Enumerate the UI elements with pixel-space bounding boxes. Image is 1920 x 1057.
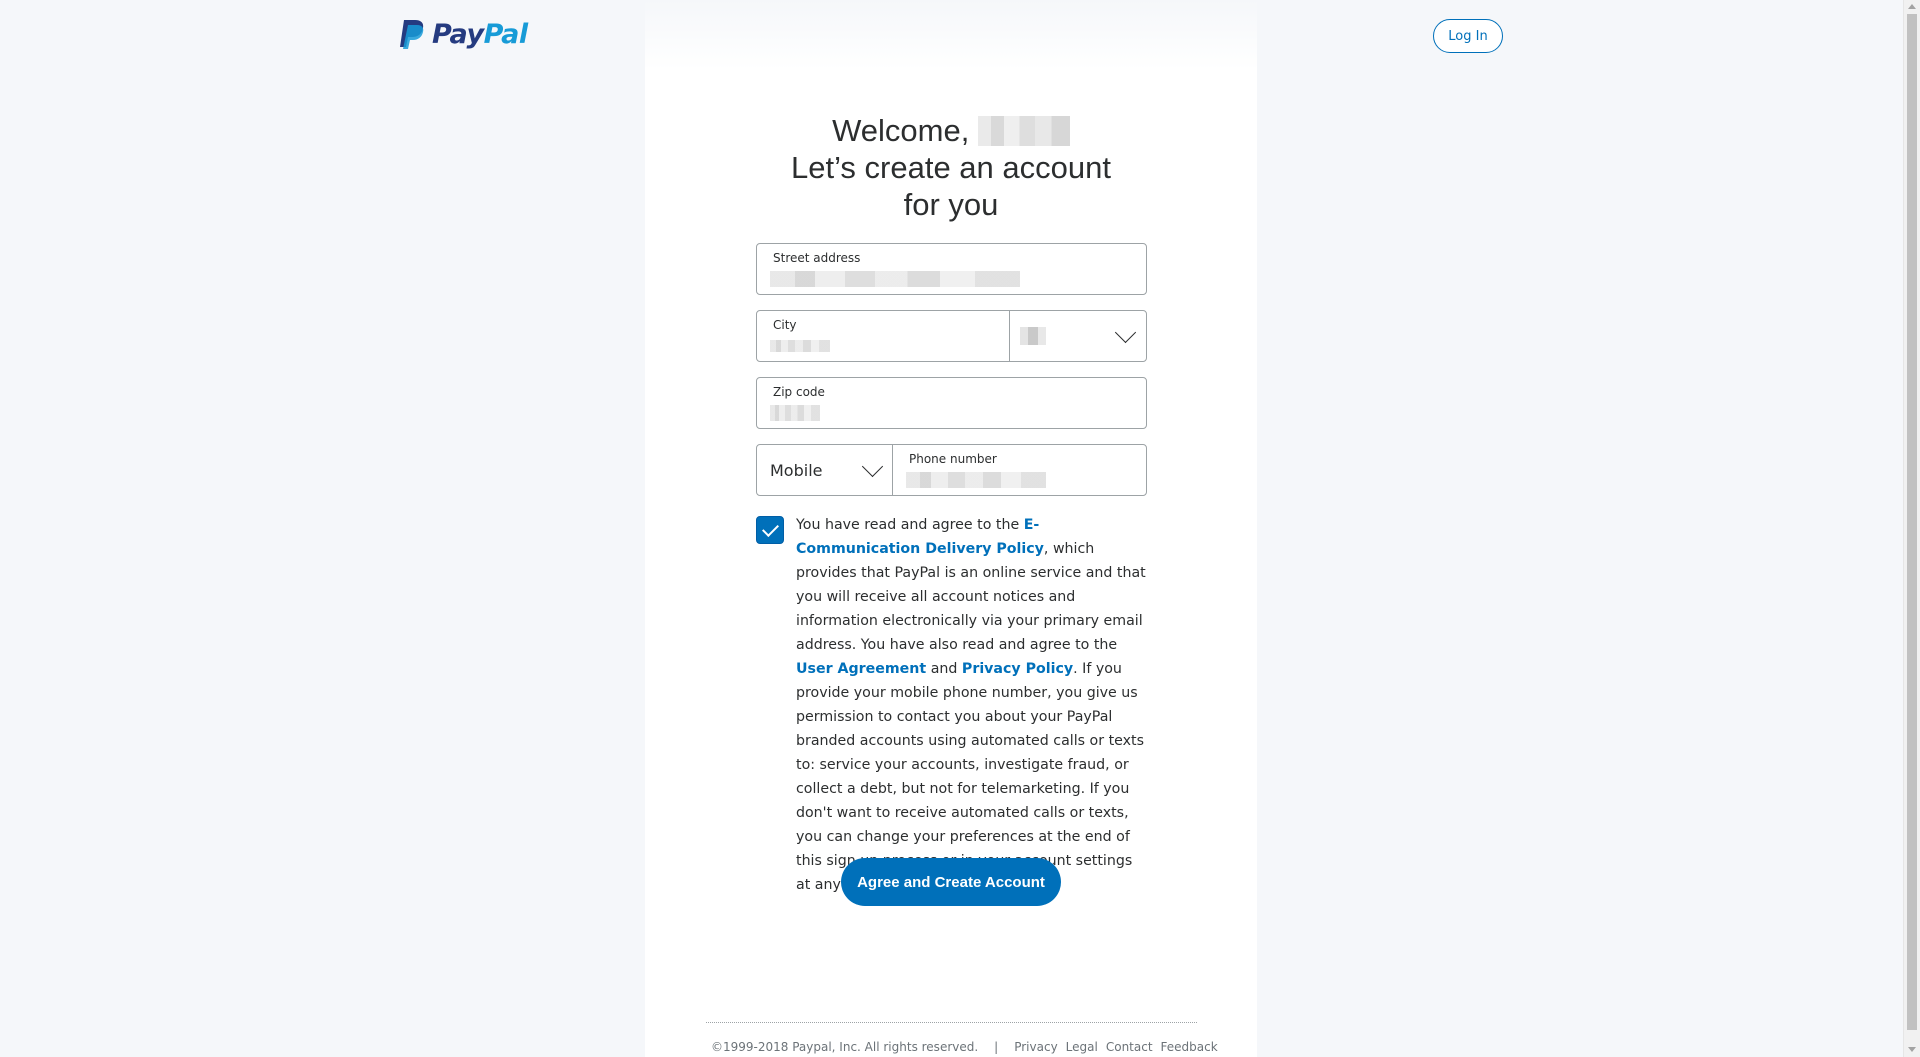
paypal-p-icon	[400, 20, 424, 49]
footer-divider	[706, 1022, 1197, 1023]
login-button[interactable]: Log In	[1433, 19, 1503, 53]
consent-text-part: , which provides that PayPal is an onlin…	[796, 541, 1146, 653]
user-agreement-link[interactable]: User Agreement	[796, 661, 926, 677]
phone-number-label: Phone number	[909, 452, 997, 466]
scroll-thumb[interactable]	[1907, 14, 1917, 1030]
page: PayPal Log In Welcome, Let’s create an a…	[0, 0, 1920, 1057]
paypal-logo[interactable]: PayPal	[398, 18, 528, 50]
copyright-text: ©1999-2018 Paypal, Inc. All rights reser…	[711, 1040, 979, 1054]
phone-number-field[interactable]: Phone number	[892, 444, 1147, 496]
page-title: Welcome, Let’s create an account for you	[645, 112, 1257, 223]
footer-feedback-link[interactable]: Feedback	[1161, 1040, 1218, 1054]
footer-contact-link[interactable]: Contact	[1106, 1040, 1153, 1054]
consent-checkbox[interactable]	[756, 516, 784, 544]
consent-text: You have read and agree to the E-Communi…	[796, 513, 1148, 897]
zip-code-label: Zip code	[773, 385, 825, 399]
city-label: City	[773, 318, 797, 332]
paypal-wordmark: PayPal	[432, 18, 528, 50]
city-field[interactable]: City	[756, 310, 1010, 362]
scroll-down-arrow-icon[interactable]	[1908, 1047, 1916, 1052]
redacted-name	[977, 116, 1070, 146]
phone-type-value: Mobile	[770, 461, 823, 480]
chevron-down-icon	[861, 455, 884, 478]
footer-legal-link[interactable]: Legal	[1066, 1040, 1098, 1054]
consent-text-part: and	[926, 661, 962, 677]
street-address-field[interactable]: Street address	[756, 243, 1147, 295]
state-value	[1020, 327, 1046, 345]
footer-separator: |	[994, 1040, 999, 1054]
agree-create-account-button[interactable]: Agree and Create Account	[841, 858, 1061, 906]
consent-text-part: You have read and agree to the	[796, 517, 1024, 533]
street-address-label: Street address	[773, 251, 861, 265]
street-address-value	[770, 271, 1020, 287]
scroll-up-arrow-icon[interactable]	[1908, 4, 1916, 9]
footer: ©1999-2018 Paypal, Inc. All rights reser…	[711, 1040, 1218, 1054]
welcome-text: Welcome,	[832, 113, 970, 148]
state-select[interactable]	[1009, 310, 1147, 362]
privacy-policy-link[interactable]: Privacy Policy	[962, 661, 1073, 677]
footer-privacy-link[interactable]: Privacy	[1014, 1040, 1057, 1054]
chevron-down-icon	[1114, 321, 1137, 344]
phone-number-value	[906, 472, 1046, 488]
city-value	[770, 340, 830, 352]
vertical-scrollbar[interactable]	[1903, 0, 1920, 1057]
zip-code-field[interactable]: Zip code	[756, 377, 1147, 429]
phone-type-select[interactable]: Mobile	[756, 444, 893, 496]
subtitle-text: Let’s create an account for you	[791, 150, 1111, 222]
zip-code-value	[770, 405, 820, 421]
